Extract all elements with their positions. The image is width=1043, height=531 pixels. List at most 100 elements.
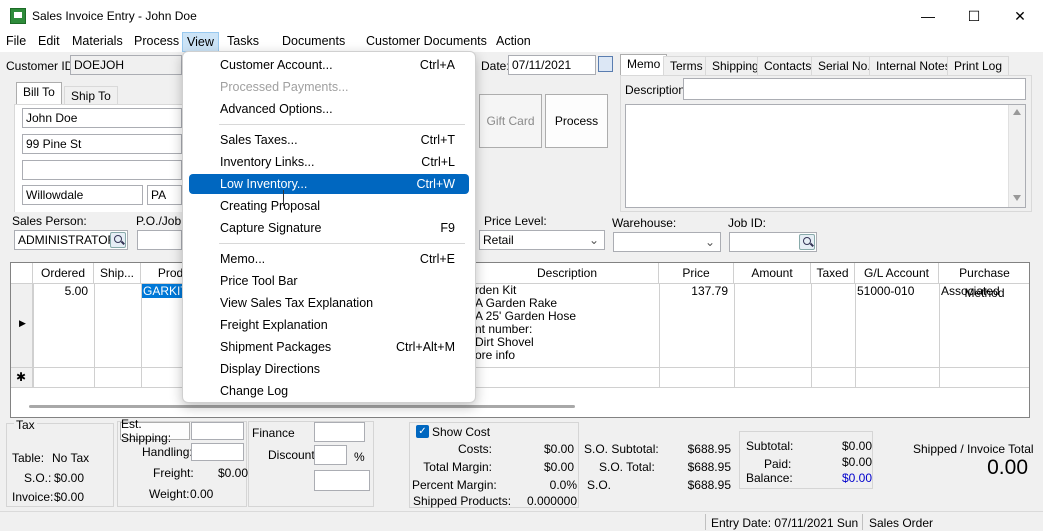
scroll-down-icon[interactable] [1013,195,1021,201]
price-level-label: Price Level: [484,214,547,228]
tab-bill-to[interactable]: Bill To [16,82,62,104]
finance-field[interactable] [314,422,365,442]
so-label: S.O. [587,478,612,492]
row-header[interactable]: ▶ [11,284,33,368]
menu-separator [219,124,465,125]
maximize-button[interactable]: ☐ [951,0,997,32]
col-shipped[interactable]: Ship... [94,263,141,284]
est-shipping-field[interactable] [191,422,244,440]
cell-price[interactable]: 137.79 [659,284,728,298]
menu-item-price-tool-bar[interactable]: Price Tool Bar [189,271,469,291]
so-total-label: S.O. Total: [599,460,655,474]
date-label: Date: [481,59,510,73]
menu-item-memo[interactable]: Memo... Ctrl+E [189,249,469,269]
menu-item-customer-account[interactable]: Customer Account... Ctrl+A [189,55,469,75]
menu-process[interactable]: Process [130,32,183,52]
tab-ship-to[interactable]: Ship To [64,86,118,106]
job-id-search-icon[interactable] [799,234,815,250]
po-job-field[interactable] [137,230,182,250]
status-bar: Entry Date: 07/11/2021 Sun Sales Order [0,511,1043,531]
bill-city-field[interactable]: Willowdale [22,185,143,205]
col-taxed[interactable]: Taxed [811,263,855,284]
finance-label: Finance [252,426,295,440]
menu-item-inventory-links[interactable]: Inventory Links... Ctrl+L [189,152,469,172]
date-field[interactable]: 07/11/2021 Sun [508,55,596,75]
menu-item-capture-signature[interactable]: Capture Signature F9 [189,218,469,238]
menu-item-view-sales-tax-explanation[interactable]: View Sales Tax Explanation [189,293,469,313]
cell-purchase-method[interactable]: Associated [941,284,1000,298]
process-button[interactable]: Process [545,94,608,148]
warehouse-select[interactable]: ⌄ [613,232,721,252]
calendar-icon[interactable] [598,56,613,72]
col-ordered[interactable]: Ordered [33,263,94,284]
col-amount[interactable]: Amount [734,263,811,284]
grid-horizontal-scrollbar[interactable] [29,405,575,408]
description-label: Description: [625,83,689,97]
menu-documents[interactable]: Documents [278,32,349,52]
menu-materials[interactable]: Materials [68,32,127,52]
col-purchase-method[interactable]: Purchase Method [939,263,1029,300]
customer-id-label: Customer ID: [6,59,77,73]
gift-card-button[interactable]: Gift Card [479,94,542,148]
discount-field[interactable] [314,445,347,465]
menu-customer-documents[interactable]: Customer Documents [362,32,491,52]
memo-textarea[interactable] [625,104,1026,208]
menu-tasks[interactable]: Tasks [223,32,263,52]
tab-terms[interactable]: Terms [663,56,710,76]
customer-id-field[interactable]: DOEJOH [70,55,182,75]
cell-description[interactable]: rden Kit A Garden Rake A 25' Garden Hose… [475,284,659,362]
tab-serial-no[interactable]: Serial No. [811,56,878,76]
shipped-invoice-label: Shipped / Invoice Total [913,442,1034,456]
menu-bar: File Edit Materials Process View Tasks D… [0,32,1043,52]
po-job-label: P.O./Job: [136,214,185,228]
menu-item-low-inventory[interactable]: Low Inventory... Ctrl+W [189,174,469,194]
est-shipping-button[interactable]: Est. Shipping: [120,417,190,445]
scroll-up-icon[interactable] [1013,109,1021,115]
price-level-select[interactable]: Retail ⌄ [479,230,605,250]
bill-state-field[interactable]: PA [147,185,182,205]
show-cost-checkbox[interactable]: ✓ [416,425,429,438]
memo-scrollbar[interactable] [1008,105,1025,207]
menu-separator [219,243,465,244]
description-field[interactable] [683,78,1026,100]
tab-internal-notes[interactable]: Internal Notes [869,56,958,76]
minimize-button[interactable]: — [905,0,951,32]
chevron-down-icon: ⌄ [588,233,599,247]
menu-item-creating-proposal[interactable]: Creating Proposal [189,196,469,216]
finance-extra-field[interactable] [314,470,370,491]
bill-address2-field[interactable] [22,160,182,180]
handling-label: Handling: [142,445,193,459]
col-gl-account[interactable]: G/L Account [855,263,939,284]
menu-item-change-log[interactable]: Change Log [189,381,469,401]
menu-action[interactable]: Action [492,32,535,52]
sales-person-search-icon[interactable] [110,232,126,248]
cell-gl-account[interactable]: 51000-010 [857,284,914,298]
col-price[interactable]: Price [659,263,734,284]
menu-view[interactable]: View [182,32,219,52]
cell-product[interactable]: GARKIT [142,284,188,298]
tab-memo[interactable]: Memo [620,54,668,76]
menu-item-shipment-packages[interactable]: Shipment Packages Ctrl+Alt+M [189,337,469,357]
line-items-grid[interactable]: Ordered Ship... Prod Description Price A… [10,262,1030,418]
menu-file[interactable]: File [2,32,30,52]
cell-ordered[interactable]: 5.00 [33,284,88,298]
window-title: Sales Invoice Entry - John Doe [32,9,197,23]
menu-edit[interactable]: Edit [34,32,64,52]
tax-so-value: $0.00 [54,471,85,485]
menu-item-sales-taxes[interactable]: Sales Taxes... Ctrl+T [189,130,469,150]
handling-field[interactable] [191,443,244,461]
close-button[interactable]: ✕ [997,0,1043,32]
new-row-header[interactable]: ✱ [11,368,33,388]
weight-value: 0.00 [190,487,214,501]
bill-address1-field[interactable]: 99 Pine St [22,134,182,154]
tab-print-log[interactable]: Print Log [947,56,1010,76]
tab-contacts[interactable]: Contacts [757,56,819,76]
menu-item-advanced-options[interactable]: Advanced Options... [189,99,469,119]
menu-item-freight-explanation[interactable]: Freight Explanation [189,315,469,335]
menu-item-display-directions[interactable]: Display Directions [189,359,469,379]
bill-name-field[interactable]: John Doe [22,108,182,128]
total-margin-value: $0.00 [543,460,574,474]
freight-label: Freight: [153,466,194,480]
so-subtotal-value: $688.95 [687,442,731,456]
menu-item-processed-payments: Processed Payments... [220,80,349,94]
